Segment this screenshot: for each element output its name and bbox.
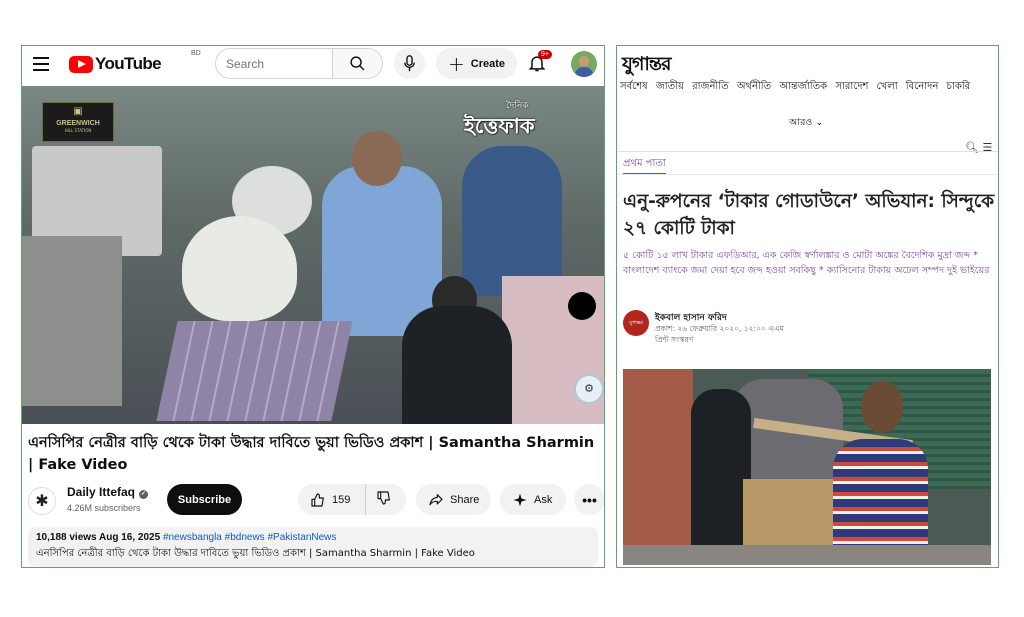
nav-item[interactable]: সারাদেশ — [835, 81, 868, 92]
jugantor-tools: 🔍︎ ☰ — [965, 141, 992, 154]
share-button[interactable]: Share — [416, 484, 491, 515]
print-edition: প্রিন্ট সংস্করণ — [655, 335, 694, 344]
more-icon: ••• — [582, 491, 597, 508]
hashtags[interactable]: #newsbangla #bdnews #PakistanNews — [163, 532, 336, 543]
voice-search-button[interactable] — [394, 48, 425, 79]
divider — [617, 151, 998, 152]
player-dot — [568, 292, 596, 320]
nav-item[interactable]: বিনোদন — [906, 81, 939, 92]
search-icon[interactable]: 🔍︎ — [965, 141, 979, 154]
youtube-logo-text: YouTube — [95, 54, 162, 73]
nav-item[interactable]: খেলা — [877, 81, 898, 92]
country-code: BD — [191, 50, 201, 57]
like-dislike-group: 159 — [298, 484, 406, 515]
channel-watermark-icon[interactable]: ⚙ — [574, 374, 604, 404]
chevron-down-icon: ⌄ — [815, 117, 824, 128]
plus-icon: + — [448, 51, 465, 76]
money-bag — [182, 216, 297, 321]
ittefaq-watermark: দৈনিক ইত্তেফাক — [464, 101, 535, 138]
channel-avatar[interactable]: ✱ — [28, 487, 56, 515]
nav-item[interactable]: জাতীয় — [656, 81, 684, 92]
search-input[interactable] — [226, 55, 326, 73]
youtube-play-icon — [69, 55, 93, 73]
thumbs-down-icon — [377, 491, 390, 505]
nav-item[interactable]: সর্বশেষ — [620, 81, 648, 92]
article-headline: এনু-রুপনের ‘টাকার গোডাউনে’ অভিযান: সিন্দ… — [623, 191, 995, 239]
description-text: এনসিপির নেত্রীর বাড়ি থেকে টাকা উদ্ধার দ… — [36, 548, 475, 559]
author-row: যুগান্তর ইকবাল হাসান ফরিদ প্রকাশ: ২৬ ফেব… — [623, 308, 995, 348]
description-meta: 10,188 views Aug 16, 2025 #newsbangla #b… — [36, 532, 337, 543]
user-avatar[interactable] — [571, 51, 597, 77]
channel-name[interactable]: Daily Ittefaq ✓ — [67, 485, 149, 499]
subscriber-count: 4.26M subscribers — [67, 503, 141, 513]
police-officer — [402, 306, 512, 424]
youtube-panel: YouTube BD + Create 9+ — [21, 45, 605, 568]
menu-icon[interactable]: ☰ — [982, 141, 992, 154]
create-button[interactable]: + Create — [436, 48, 517, 79]
like-count: 159 — [332, 493, 351, 506]
create-label: Create — [470, 57, 506, 70]
video-title: এনসিপির নেত্রীর বাড়ি থেকে টাকা উদ্ধার দ… — [28, 435, 595, 473]
verified-icon: ✓ — [139, 490, 149, 499]
subscribe-button[interactable]: Subscribe — [167, 484, 242, 515]
search-button[interactable] — [332, 49, 382, 78]
nav-item[interactable]: চাকরি — [947, 81, 971, 92]
greenwich-watermark: ▣ GREENWICH HILL STATION — [42, 102, 114, 142]
youtube-topbar: YouTube BD + Create 9+ — [22, 46, 604, 84]
article-subheadline: ৫ কোটি ১৫ লাখ টাকার এফডিআর, এক কেজি স্বর… — [623, 250, 990, 276]
sparkle-icon — [513, 493, 527, 506]
more-nav-button[interactable]: আরও ⌄ — [789, 116, 823, 131]
ask-button[interactable]: Ask — [500, 484, 566, 515]
divider — [617, 174, 998, 175]
nav-item[interactable]: অর্থনীতি — [737, 81, 771, 92]
author-name[interactable]: ইকবাল হাসান ফরিদ — [655, 310, 727, 325]
microphone-icon — [404, 55, 415, 72]
jugantor-nav: সর্বশেষ জাতীয় রাজনীতি অর্থনীতি আন্তর্জা… — [620, 79, 998, 96]
video-description[interactable]: 10,188 views Aug 16, 2025 #newsbangla #b… — [28, 527, 598, 567]
like-button[interactable]: 159 — [298, 484, 366, 515]
search-icon — [350, 56, 365, 71]
thumbs-up-icon — [311, 492, 324, 507]
notifications-button[interactable]: 9+ — [527, 50, 552, 75]
breadcrumb[interactable]: প্রথম পাতা — [623, 156, 666, 174]
nav-item[interactable]: আন্তর্জাতিক — [779, 81, 827, 92]
more-actions-button[interactable]: ••• — [574, 484, 604, 515]
share-icon — [429, 493, 443, 505]
video-player[interactable]: ▣ GREENWICH HILL STATION দৈনিক ইত্তেফাক … — [22, 86, 604, 424]
nav-item[interactable]: রাজনীতি — [692, 81, 729, 92]
article-photo — [623, 369, 991, 565]
dislike-button[interactable] — [366, 490, 392, 509]
search-box — [215, 48, 383, 79]
jugantor-panel: যুগান্তর সর্বশেষ জাতীয় রাজনীতি অর্থনীতি… — [616, 45, 999, 568]
notification-badge: 9+ — [538, 50, 552, 59]
menu-icon[interactable] — [33, 57, 49, 71]
channel-row: ✱ Daily Ittefaq ✓ 4.26M subscribers Subsc… — [22, 483, 604, 519]
banknote-bundles — [156, 321, 353, 421]
jugantor-logo[interactable]: যুগান্তর — [622, 50, 671, 82]
youtube-logo[interactable]: YouTube BD — [69, 50, 201, 74]
author-logo: যুগান্তর — [623, 310, 649, 336]
